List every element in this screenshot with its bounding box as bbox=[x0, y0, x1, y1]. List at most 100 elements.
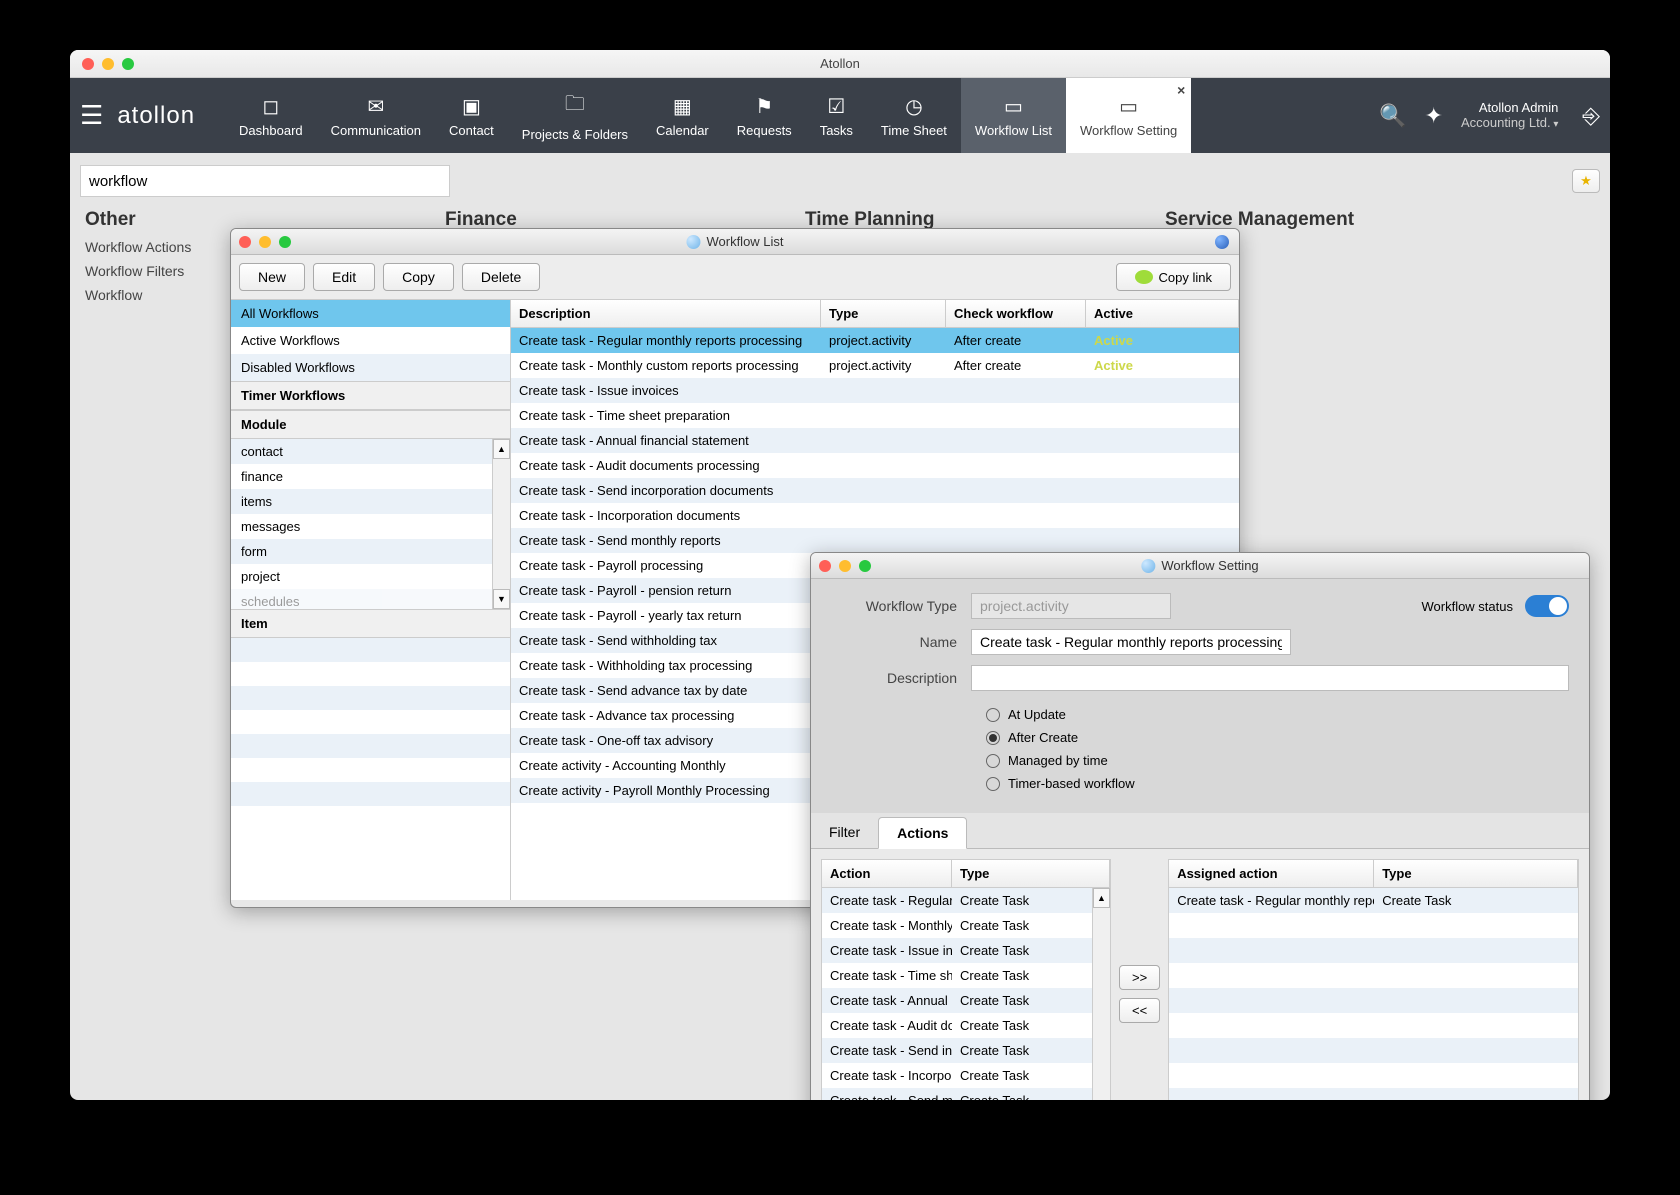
table-row[interactable]: Create task - Send incorporation documen… bbox=[511, 478, 1239, 503]
brand-logo: atollon bbox=[117, 102, 195, 130]
module-item[interactable]: schedules bbox=[231, 589, 510, 609]
tools-icon[interactable]: ✦ bbox=[1425, 103, 1443, 129]
table-row[interactable]: Create task - Annual financial statement bbox=[511, 428, 1239, 453]
trigger-radio[interactable]: At Update bbox=[986, 707, 1569, 722]
table-row[interactable]: Create task - Time sheet preparation bbox=[511, 403, 1239, 428]
action-row[interactable]: Create task - IncorporationCreate Task bbox=[822, 1063, 1110, 1088]
close-icon[interactable] bbox=[819, 560, 831, 572]
module-item[interactable]: form bbox=[231, 539, 510, 564]
scroll-down-icon[interactable]: ▼ bbox=[493, 589, 510, 609]
edit-button[interactable]: Edit bbox=[313, 263, 375, 291]
col-description[interactable]: Description bbox=[511, 300, 821, 327]
action-row[interactable]: Create task - Send monthlyCreate Task bbox=[822, 1088, 1110, 1100]
cell-desc: Create task - Send incorporation documen… bbox=[511, 478, 821, 503]
cell-action: Create task - Issue invoices bbox=[822, 938, 952, 963]
workflow-name-input[interactable] bbox=[971, 629, 1291, 655]
scroll-up-icon[interactable]: ▲ bbox=[493, 439, 510, 459]
filter-disabled[interactable]: Disabled Workflows bbox=[231, 354, 510, 381]
assigned-rows: Create task - Regular monthly reportsCre… bbox=[1169, 888, 1578, 1100]
col-type2[interactable]: Type bbox=[1374, 860, 1578, 887]
nav-requests[interactable]: ⚑Requests bbox=[723, 78, 806, 153]
top-nav: ☰ atollon ◻Dashboard ✉Communication ▣Con… bbox=[70, 78, 1610, 153]
user-info[interactable]: Atollon Admin Accounting Ltd. ▾ bbox=[1461, 100, 1558, 132]
help-icon[interactable] bbox=[1215, 235, 1229, 249]
col-assigned[interactable]: Assigned action bbox=[1169, 860, 1374, 887]
cell-desc: Create task - Send monthly reports bbox=[511, 528, 821, 553]
nav-workflow-setting[interactable]: ▭Workflow Setting× bbox=[1066, 78, 1191, 153]
col-check[interactable]: Check workflow bbox=[946, 300, 1086, 327]
available-actions-table: ActionType Create task - RegularCreate T… bbox=[821, 859, 1111, 1100]
action-row[interactable]: Create task - Time sheetCreate Task bbox=[822, 963, 1110, 988]
module-item[interactable]: items bbox=[231, 489, 510, 514]
close-icon[interactable] bbox=[239, 236, 251, 248]
status-toggle[interactable] bbox=[1525, 595, 1569, 617]
module-item[interactable]: finance bbox=[231, 464, 510, 489]
nav-timesheet[interactable]: ◷Time Sheet bbox=[867, 78, 961, 153]
empty-row bbox=[1169, 938, 1578, 963]
zoom-icon[interactable] bbox=[279, 236, 291, 248]
action-row[interactable]: Create task - AnnualCreate Task bbox=[822, 988, 1110, 1013]
minimize-window-icon[interactable] bbox=[102, 58, 114, 70]
module-item[interactable]: messages bbox=[231, 514, 510, 539]
logout-icon[interactable]: ⎆ bbox=[1582, 103, 1600, 129]
filter-all[interactable]: All Workflows bbox=[231, 300, 510, 327]
move-left-button[interactable]: << bbox=[1119, 998, 1160, 1023]
close-window-icon[interactable] bbox=[82, 58, 94, 70]
filter-active[interactable]: Active Workflows bbox=[231, 327, 510, 354]
minimize-icon[interactable] bbox=[259, 236, 271, 248]
table-row[interactable]: Create task - Regular monthly reports pr… bbox=[511, 328, 1239, 353]
cell-desc: Create task - Time sheet preparation bbox=[511, 403, 821, 428]
table-row[interactable]: Create task - Audit documents processing bbox=[511, 453, 1239, 478]
workflow-type-input bbox=[971, 593, 1171, 619]
module-item[interactable]: project bbox=[231, 564, 510, 589]
delete-button[interactable]: Delete bbox=[462, 263, 540, 291]
trigger-radio[interactable]: After Create bbox=[986, 730, 1569, 745]
action-row[interactable]: Create task - Audit documentsCreate Task bbox=[822, 1013, 1110, 1038]
module-item[interactable]: contact bbox=[231, 439, 510, 464]
table-row[interactable]: Create task - Incorporation documents bbox=[511, 503, 1239, 528]
table-row[interactable]: Create task - Issue invoices bbox=[511, 378, 1239, 403]
folder-icon: 🗀 bbox=[565, 89, 585, 123]
table-row[interactable]: Create task - Monthly custom reports pro… bbox=[511, 353, 1239, 378]
search-icon[interactable]: 🔍 bbox=[1379, 103, 1406, 129]
menu-icon[interactable]: ☰ bbox=[80, 100, 103, 131]
col-action[interactable]: Action bbox=[822, 860, 952, 887]
action-row[interactable]: Create task - Send incorporationCreate T… bbox=[822, 1038, 1110, 1063]
table-row[interactable]: Create task - Send monthly reports bbox=[511, 528, 1239, 553]
scrollbar[interactable]: ▲▼ bbox=[1092, 888, 1110, 1100]
favorite-button[interactable]: ★ bbox=[1572, 169, 1600, 193]
close-tab-icon[interactable]: × bbox=[1177, 82, 1185, 98]
tab-filter[interactable]: Filter bbox=[811, 817, 878, 848]
zoom-icon[interactable] bbox=[859, 560, 871, 572]
workflow-desc-input[interactable] bbox=[971, 665, 1569, 691]
minimize-icon[interactable] bbox=[839, 560, 851, 572]
action-row[interactable]: Create task - Issue invoicesCreate Task bbox=[822, 938, 1110, 963]
scroll-up-icon[interactable]: ▲ bbox=[1093, 888, 1110, 908]
tab-actions[interactable]: Actions bbox=[878, 817, 967, 849]
assigned-row[interactable]: Create task - Regular monthly reportsCre… bbox=[1169, 888, 1578, 913]
col-type[interactable]: Type bbox=[952, 860, 1110, 887]
maximize-window-icon[interactable] bbox=[122, 58, 134, 70]
trigger-radio[interactable]: Timer-based workflow bbox=[986, 776, 1569, 791]
item-header: Item bbox=[231, 609, 510, 638]
action-row[interactable]: Create task - RegularCreate Task bbox=[822, 888, 1110, 913]
scrollbar[interactable]: ▲▼ bbox=[492, 439, 510, 609]
nav-projects[interactable]: 🗀Projects & Folders bbox=[508, 78, 642, 153]
trigger-radio[interactable]: Managed by time bbox=[986, 753, 1569, 768]
nav-workflow-list[interactable]: ▭Workflow List bbox=[961, 78, 1066, 153]
cell-type bbox=[821, 503, 946, 528]
nav-tasks[interactable]: ☑Tasks bbox=[806, 78, 867, 153]
search-input[interactable] bbox=[80, 165, 450, 197]
action-row[interactable]: Create task - MonthlyCreate Task bbox=[822, 913, 1110, 938]
copy-link-button[interactable]: Copy link bbox=[1116, 263, 1231, 291]
nav-contact[interactable]: ▣Contact bbox=[435, 78, 508, 153]
move-right-button[interactable]: >> bbox=[1119, 965, 1160, 990]
new-button[interactable]: New bbox=[239, 263, 305, 291]
nav-dashboard[interactable]: ◻Dashboard bbox=[225, 78, 317, 153]
copy-button[interactable]: Copy bbox=[383, 263, 454, 291]
col-active[interactable]: Active bbox=[1086, 300, 1239, 327]
nav-communication[interactable]: ✉Communication bbox=[317, 78, 435, 153]
col-type[interactable]: Type bbox=[821, 300, 946, 327]
nav-calendar[interactable]: ▦Calendar bbox=[642, 78, 723, 153]
available-rows: Create task - RegularCreate TaskCreate t… bbox=[822, 888, 1110, 1100]
